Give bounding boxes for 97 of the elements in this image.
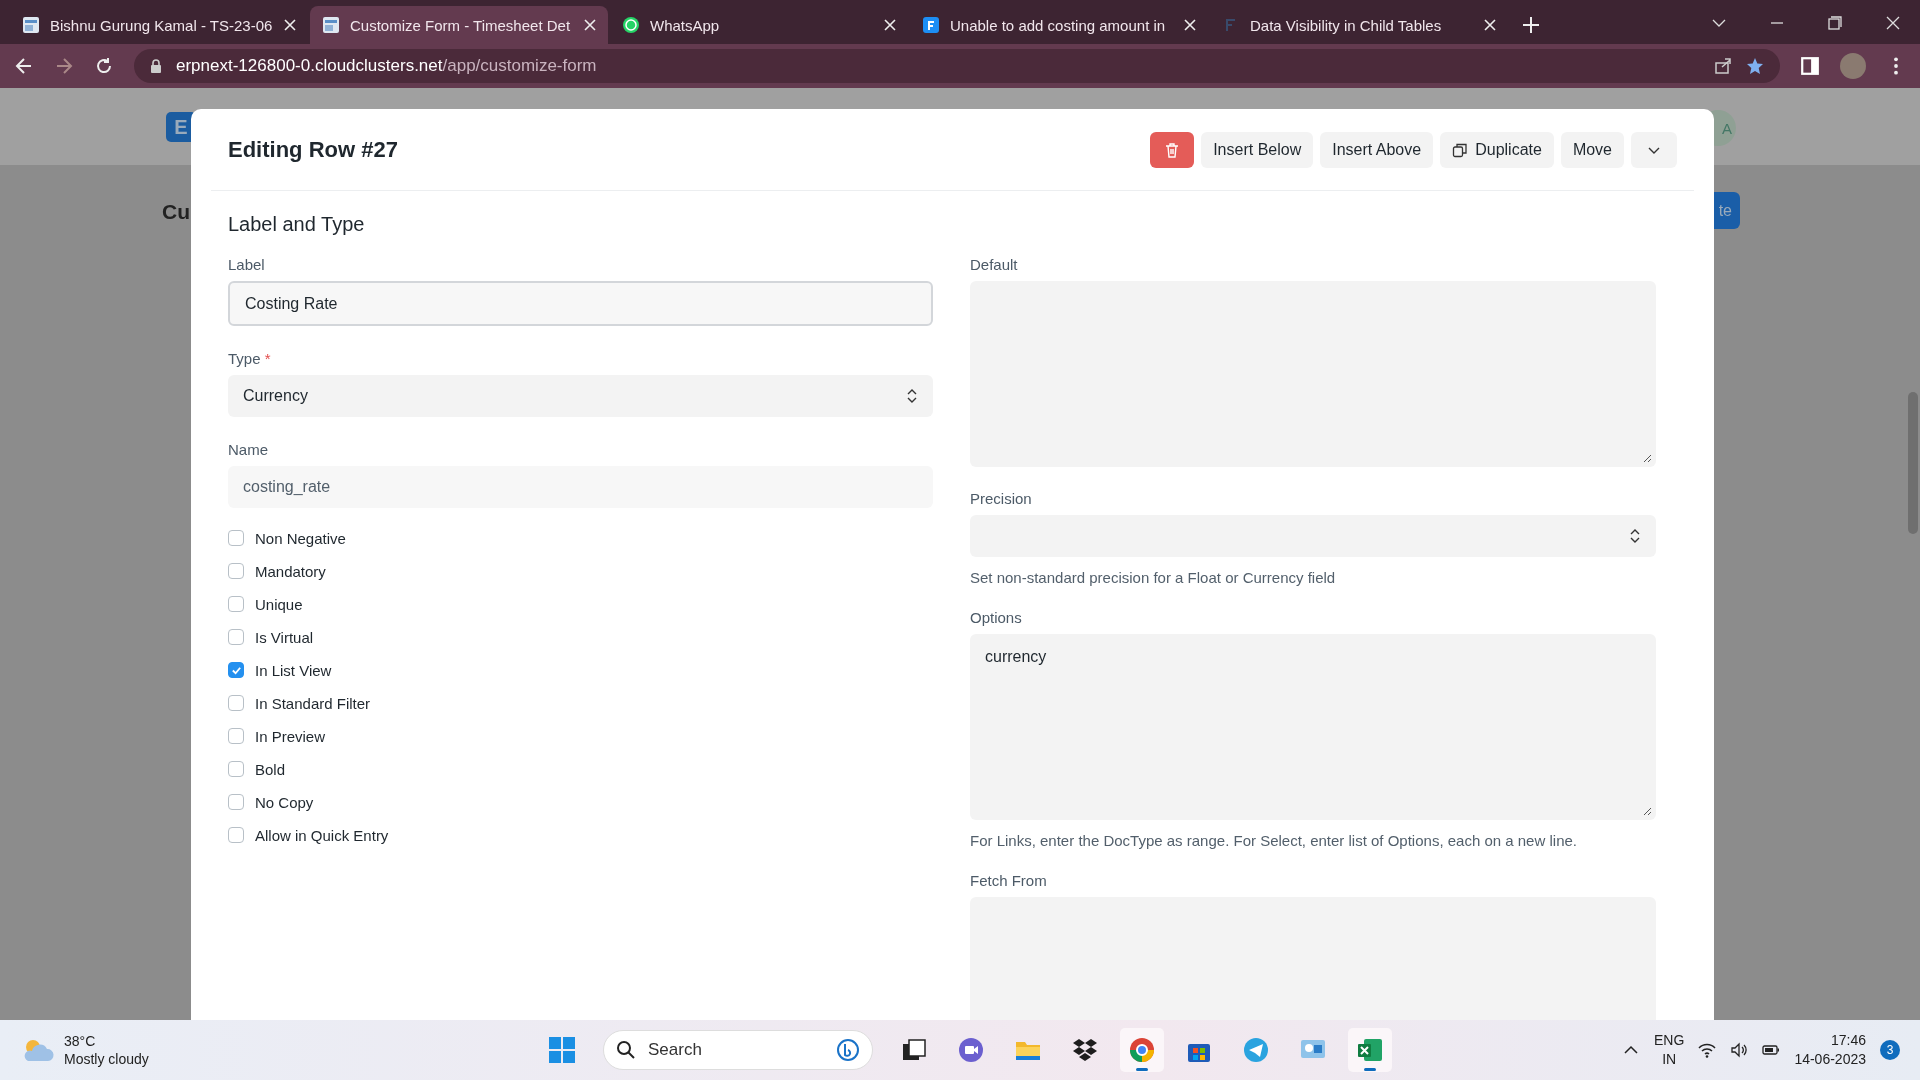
circle-b-icon	[836, 1038, 860, 1062]
checkbox[interactable]	[228, 596, 244, 612]
url-path: /app/customize-form	[442, 56, 597, 75]
help-text: Set non-standard precision for a Float or Currency field	[970, 569, 1337, 586]
checkbox[interactable]	[228, 794, 244, 810]
checkbox[interactable]	[228, 728, 244, 744]
duplicate-button[interactable]: Duplicate	[1440, 131, 1554, 168]
sort-caret-icon	[906, 389, 918, 403]
browser-tab[interactable]: WhatsApp	[610, 6, 908, 44]
checkbox-label: In Standard Filter	[255, 694, 371, 712]
help-text: For Links, enter the DocType as range. For Select, enter list of Options, each on a new line.	[970, 832, 1578, 849]
windows-logo-icon	[548, 1036, 576, 1064]
checkbox[interactable]	[228, 629, 244, 645]
checkbox[interactable]	[228, 695, 244, 711]
checkbox-label: Allow in Quick Entry	[255, 826, 389, 844]
resize-grip-icon	[1642, 453, 1652, 463]
video-chat-icon	[957, 1036, 985, 1064]
resize-grip-icon	[1642, 806, 1652, 816]
close-icon[interactable]	[1484, 19, 1496, 31]
browser-tab[interactable]: Bishnu Gurung Kamal - TS-23-06	[10, 6, 308, 44]
temperature: 38°C	[64, 1032, 97, 1050]
checkbox-label: In Preview	[255, 727, 326, 745]
required-mark: *	[264, 350, 271, 367]
close-icon[interactable]	[284, 19, 296, 31]
checkbox[interactable]	[228, 662, 244, 678]
chat-icon	[622, 16, 640, 34]
field-label: Type *	[228, 350, 272, 367]
plus-icon[interactable]	[1522, 16, 1540, 34]
page-icon	[322, 16, 340, 34]
browser-tab[interactable]: Unable to add costing amount in	[910, 6, 1208, 44]
spreadsheet-icon	[1356, 1036, 1384, 1064]
star-icon[interactable]	[1746, 57, 1764, 75]
action-button[interactable]: Move	[1560, 131, 1624, 168]
action-button[interactable]: Insert Below	[1201, 131, 1314, 168]
select-field[interactable]: Currency	[228, 375, 933, 417]
browser-icon	[1128, 1036, 1156, 1064]
scrollbar-thumb[interactable]	[1908, 392, 1918, 534]
checkbox-label: Mandatory	[255, 562, 326, 580]
select-field[interactable]	[970, 515, 1656, 557]
copy-icon	[1452, 141, 1469, 158]
checkbox[interactable]	[228, 530, 244, 546]
taskbar-search[interactable]: Search	[603, 1030, 873, 1070]
page-icon	[22, 16, 40, 34]
language-indicator[interactable]: ENG IN	[1654, 1031, 1685, 1069]
action-button[interactable]: Insert Above	[1320, 131, 1434, 168]
page-title: Cu	[162, 200, 190, 224]
wifi-icon[interactable]	[1698, 1041, 1717, 1059]
browser-tab[interactable]: Customize Form - Timesheet Det	[310, 6, 608, 44]
close-icon[interactable]	[884, 19, 896, 31]
running-indicator	[1136, 1068, 1148, 1071]
checkbox-label: In List View	[255, 661, 332, 679]
textarea-field[interactable]: currency	[970, 634, 1656, 820]
dialog-title: Editing Row #27	[228, 136, 399, 163]
back-arrow-icon[interactable]	[14, 56, 34, 76]
checkbox-label: No Copy	[255, 793, 314, 811]
checkbox[interactable]	[228, 761, 244, 777]
field-label: Name	[228, 441, 269, 458]
close-icon[interactable]	[1886, 16, 1900, 30]
text-input[interactable]: Costing Rate	[228, 281, 933, 326]
search-icon	[616, 1040, 636, 1060]
lock-icon	[150, 59, 162, 73]
side-panel-icon[interactable]	[1800, 56, 1820, 76]
checkbox-label: Non Negative	[255, 529, 346, 547]
textarea-field[interactable]	[970, 281, 1656, 467]
close-icon[interactable]	[1184, 19, 1196, 31]
checkmark-icon	[230, 664, 242, 676]
field-label: Options	[970, 609, 1023, 626]
restore-icon[interactable]	[1828, 16, 1842, 30]
reload-icon[interactable]	[94, 56, 114, 76]
share-icon[interactable]	[1714, 57, 1732, 75]
tile-icon	[922, 16, 940, 34]
box-icon	[1071, 1036, 1099, 1064]
field-label: Default	[970, 256, 1019, 273]
running-indicator	[1364, 1068, 1376, 1071]
checkbox-label: Unique	[255, 595, 303, 613]
trash-icon	[1164, 141, 1181, 158]
text-input[interactable]: costing_rate	[228, 466, 933, 508]
browser-tab[interactable]: Data Visibility in Child Tables	[1210, 6, 1508, 44]
forward-arrow-icon[interactable]	[54, 56, 74, 76]
field-label: Precision	[970, 490, 1033, 507]
address-bar[interactable]: erpnext-126800-0.cloudclusters.net/app/customize-form	[134, 49, 1780, 83]
close-icon[interactable]	[584, 19, 596, 31]
checkbox[interactable]	[228, 827, 244, 843]
clock[interactable]: 17:46 14-06-2023	[1794, 1031, 1866, 1069]
notification-badge[interactable]: 3	[1880, 1040, 1900, 1060]
checkbox[interactable]	[228, 563, 244, 579]
speaker-icon[interactable]	[1730, 1041, 1749, 1059]
url-host: erpnext-126800-0.cloudclusters.net	[176, 56, 443, 75]
checkbox-label: Bold	[255, 760, 286, 778]
paper-plane-icon	[1242, 1036, 1270, 1064]
field-label: Label	[228, 256, 266, 273]
weather-text: Mostly cloudy	[64, 1050, 149, 1068]
field-label: Fetch From	[970, 872, 1048, 889]
section-title: Label and Type	[228, 213, 366, 236]
delete-button[interactable]	[1150, 131, 1195, 168]
sort-caret-icon	[1629, 529, 1641, 543]
checkbox-label: Is Virtual	[255, 628, 314, 646]
